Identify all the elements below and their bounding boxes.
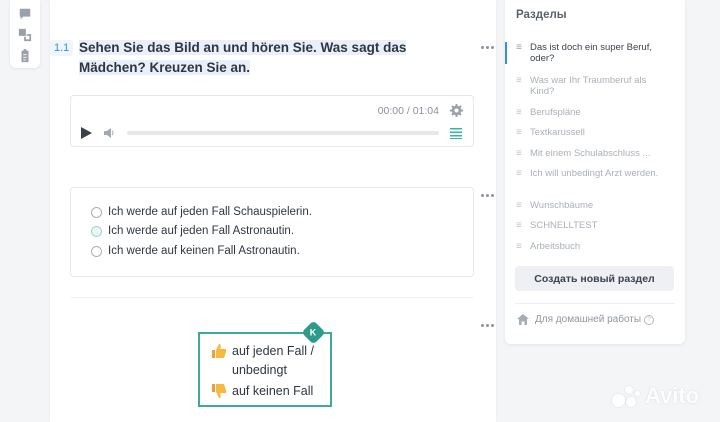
vocab-card: K auf jeden Fall / unbedingt auf keinen F… [198,320,332,407]
section-item[interactable]: ≡ Arbeitsbuch [505,241,685,252]
help-icon[interactable]: ? [644,314,655,325]
drag-handle-icon[interactable]: ≡ [516,107,526,118]
card-badge: K [301,320,326,345]
translate-icon[interactable] [16,27,34,43]
homework-toggle[interactable]: Для домашней работы ? [517,314,655,325]
active-indicator [505,42,507,64]
play-icon[interactable] [81,126,92,144]
radio-button[interactable] [91,206,102,218]
section-label: Das ist doch ein super Beruf, oder? [530,42,652,64]
section-label: SCHNELLTEST [530,220,598,231]
tool-strip [10,0,40,68]
exercise-number: 1.1 [50,40,74,56]
vocab-text-3: auf keinen Fall [232,384,314,398]
panel-divider [515,303,675,304]
avito-watermark: Avito [612,383,699,409]
sections-panel: Разделы ≡ Das ist doch ein super Beruf, o… [505,0,685,344]
section-item[interactable]: ≡ Berufspläne [505,107,685,118]
panel-title: Разделы [516,9,567,21]
drag-handle-icon[interactable]: ≡ [516,148,526,159]
section-item[interactable]: ≡ SCHNELLTEST [505,220,685,231]
vocab-line-positive: auf jeden Fall / unbedingt [210,342,314,380]
drag-handle-icon[interactable]: ≡ [516,127,526,138]
comment-icon[interactable] [16,6,34,22]
drag-handle-icon[interactable]: ≡ [516,241,526,252]
vocab-line-negative: auf keinen Fall [210,382,313,401]
option-2[interactable]: Ich werde auf jeden Fall Astronautin. [91,225,294,237]
create-section-button[interactable]: Создать новый раздел [515,266,674,291]
answer-options: Ich werde auf jeden Fall Schauspielerin.… [70,187,474,277]
section-label: Textkarussell [530,127,585,138]
active-indicator [505,220,507,231]
drag-handle-icon[interactable]: ≡ [516,220,526,231]
option-label: Ich werde auf jeden Fall Schauspielerin. [108,206,312,218]
active-indicator [505,127,507,138]
audio-time: 00:00 / 01:04 [377,105,439,117]
active-indicator [505,148,507,159]
block-menu-dots[interactable] [480,190,494,200]
volume-icon[interactable] [104,126,116,144]
block-divider [70,297,474,298]
section-label: Ich will unbedingt Arzt werden. [530,168,659,179]
option-label: Ich werde auf jeden Fall Astronautin. [108,225,295,237]
active-indicator [505,241,507,252]
drag-handle-icon[interactable]: ≡ [516,200,526,211]
drag-handle-icon[interactable]: ≡ [516,42,526,64]
active-indicator [505,168,507,179]
block-menu-dots[interactable] [480,320,494,330]
active-indicator [505,75,507,97]
home-icon [517,314,529,325]
section-label: Arbeitsbuch [530,241,581,252]
radio-button[interactable] [91,245,102,257]
section-label: Berufspläne [530,107,581,118]
transcript-icon[interactable] [450,126,462,144]
drag-handle-icon[interactable]: ≡ [516,168,526,179]
clipboard-icon[interactable] [16,48,34,64]
avito-logo-icon [612,384,642,408]
section-label: Was war Ihr Traumberuf als Kind? [530,75,647,97]
section-item[interactable]: ≡ Textkarussell [505,127,685,138]
audio-player: 00:00 / 01:04 [70,95,474,147]
section-label: Wunschbäume [530,200,594,211]
active-indicator [505,107,507,118]
main-content: 1.1 Sehen Sie das Bild an und hören Sie.… [50,0,496,422]
section-item[interactable]: ≡ Mit einem Schulabschluss ... [505,148,685,159]
section-item[interactable]: ≡ Wunschbäume [505,200,685,211]
vocab-text-1: auf jeden Fall / [232,344,314,358]
active-indicator [505,200,507,211]
option-3[interactable]: Ich werde auf keinen Fall Astronautin. [91,245,300,257]
homework-label: Для домашней работы [535,314,642,325]
thumbs-down-icon [210,382,228,399]
section-item[interactable]: ≡ Das ist doch ein super Beruf, oder? [505,42,685,64]
radio-button[interactable] [91,225,102,237]
section-item[interactable]: ≡ Ich will unbedingt Arzt werden. [505,168,685,179]
vocab-text-2: unbedingt [232,363,287,377]
thumbs-up-icon [210,342,228,359]
gear-icon[interactable] [450,104,463,122]
option-label: Ich werde auf keinen Fall Astronautin. [108,245,300,257]
block-menu-dots[interactable] [480,42,494,52]
audio-progress-track[interactable] [127,131,439,135]
watermark-text: Avito [645,383,700,408]
drag-handle-icon[interactable]: ≡ [516,75,526,97]
section-label: Mit einem Schulabschluss ... [530,148,651,159]
exercise-question: Sehen Sie das Bild an und hören Sie. Was… [79,40,407,75]
option-1[interactable]: Ich werde auf jeden Fall Schauspielerin. [91,206,312,218]
section-item[interactable]: ≡ Was war Ihr Traumberuf als Kind? [505,75,685,97]
